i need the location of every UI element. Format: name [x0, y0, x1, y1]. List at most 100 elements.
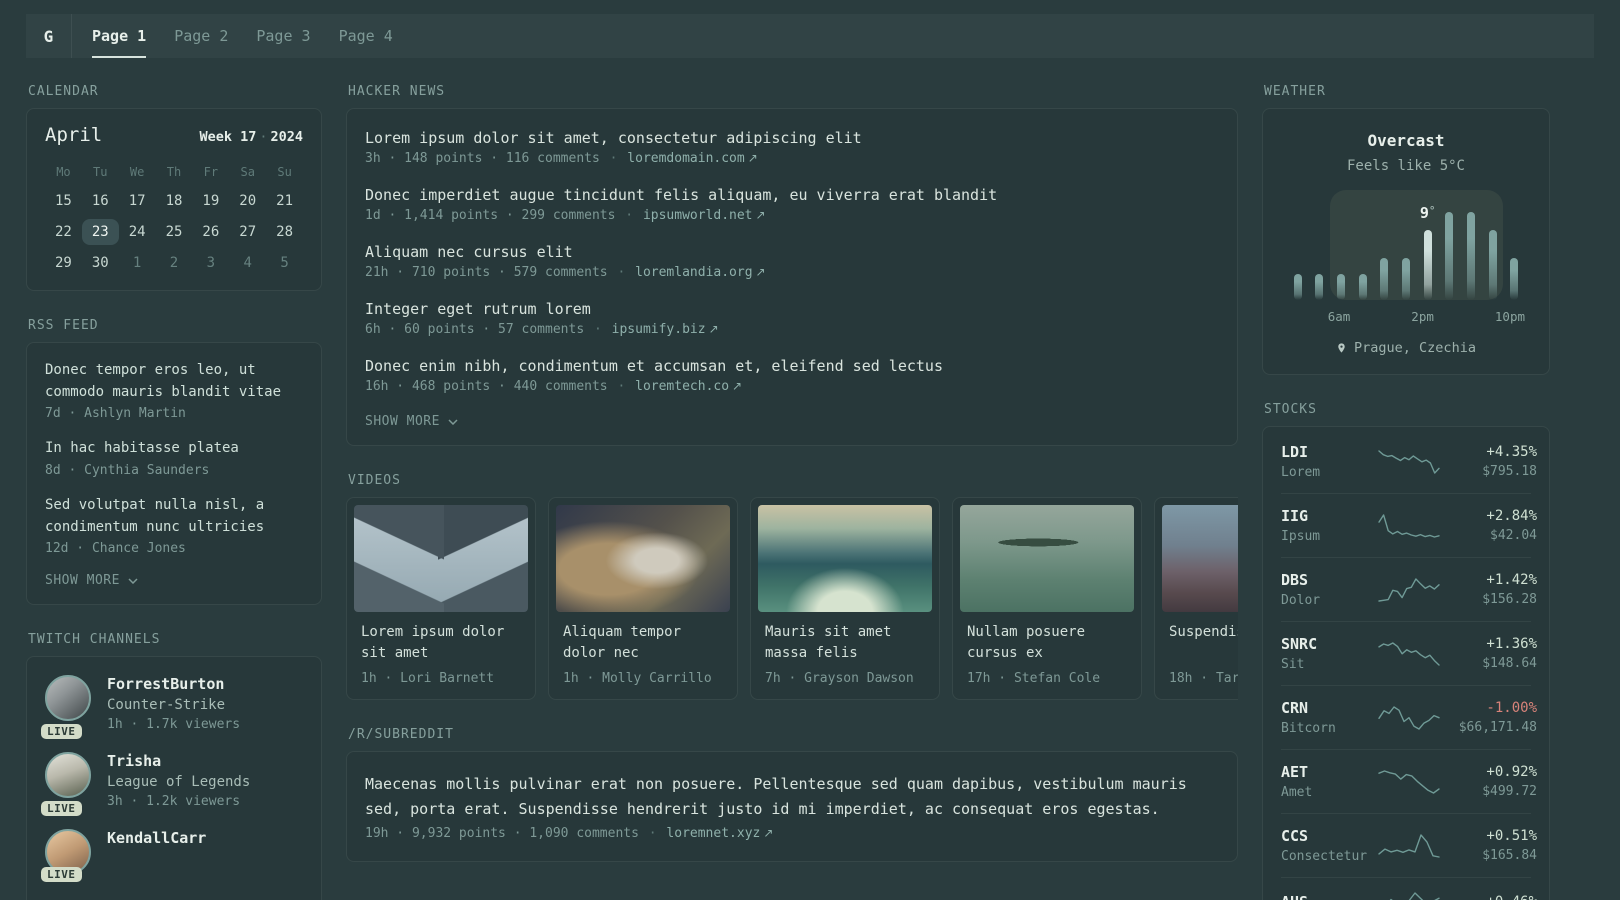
hn-story[interactable]: Lorem ipsum dolor sit amet, consectetur …: [365, 129, 1219, 166]
stock-row[interactable]: SNRC Sit +1.36% $148.64: [1281, 621, 1537, 685]
calendar-date: 16: [91, 193, 109, 209]
hn-story[interactable]: Aliquam nec cursus elit 21h · 710 points…: [365, 243, 1219, 280]
rss-item[interactable]: Donec tempor eros leo, ut commodo mauris…: [45, 360, 303, 421]
video-title[interactable]: Suspendisse diam: [1169, 622, 1238, 664]
calendar-date: 27: [239, 224, 257, 240]
top-navigation-bar: G Page 1 Page 2 Page 3 Page 4: [26, 14, 1594, 58]
dashboard-columns: CALENDAR April Week 17 · 2024 Mo Tu We Th Fr Sa…: [26, 84, 1594, 900]
twitch-avatar-wrap: LIVE: [41, 675, 91, 740]
stock-price: $148.64: [1482, 656, 1537, 671]
hn-story-meta: 1d · 1,414 points · 299 comments · ipsum…: [365, 208, 766, 223]
stocks-widget: LDI Lorem +4.35% $795.18 IIG Ipsum +2.84…: [1262, 426, 1550, 900]
twitch-channel-meta: 1h · 1.7k viewers: [107, 717, 241, 733]
twitch-channel-info: Trisha League of Legends 3h · 1.2k viewe…: [107, 752, 250, 809]
rss-item-meta: 12d · Chance Jones: [45, 541, 186, 557]
hn-story-domain[interactable]: loremtech.co: [635, 379, 729, 394]
rss-item-title[interactable]: Donec tempor eros leo, ut commodo mauris…: [45, 360, 303, 403]
external-link-icon: ↗: [755, 208, 766, 222]
stock-row[interactable]: AHS +0.46%: [1281, 877, 1537, 900]
video-thumbnail[interactable]: [960, 505, 1134, 612]
live-badge: LIVE: [41, 801, 82, 817]
twitch-channel[interactable]: LIVE ForrestBurton Counter-Strike 1h · 1…: [41, 675, 303, 740]
video-title[interactable]: Nullam posuere cursus ex: [967, 622, 1127, 664]
stock-sparkline: [1378, 769, 1440, 794]
calendar-section-label: CALENDAR: [28, 84, 99, 99]
hn-story-title[interactable]: Lorem ipsum dolor sit amet, consectetur …: [365, 129, 1219, 147]
weather-hour-label: 2pm: [1411, 309, 1434, 324]
tab-page-4[interactable]: Page 4: [325, 14, 407, 58]
video-title[interactable]: Lorem ipsum dolor sit amet consectetu…: [361, 622, 521, 664]
stock-row[interactable]: CRN Bitcorn -1.00% $66,171.48: [1281, 685, 1537, 749]
hn-story-title[interactable]: Donec enim nibh, condimentum et accumsan…: [365, 357, 1219, 375]
stock-row[interactable]: DBS Dolor +1.42% $156.28: [1281, 557, 1537, 621]
videos-section-label: VIDEOS: [348, 473, 401, 488]
calendar-day-header: Fr: [203, 165, 219, 179]
video-thumbnail[interactable]: [758, 505, 932, 612]
twitch-channel[interactable]: LIVE KendallCarr: [41, 829, 303, 883]
weather-bar: [1330, 204, 1352, 300]
rss-item-meta: 8d · Cynthia Saunders: [45, 463, 210, 479]
stock-name: Ipsum: [1281, 529, 1321, 544]
hn-story-domain[interactable]: loremdomain.com: [627, 151, 744, 166]
subreddit-post-meta: 19h · 9,932 points · 1,090 comments · lo…: [365, 825, 774, 841]
stock-price: $795.18: [1482, 464, 1537, 479]
subreddit-post-title[interactable]: Maecenas mollis pulvinar erat non posuer…: [365, 772, 1219, 822]
video-card[interactable]: Nullam posuere cursus ex 17h · Stefan Co…: [952, 497, 1142, 700]
app-logo[interactable]: G: [26, 14, 72, 58]
stock-ticker: DBS: [1281, 571, 1309, 589]
video-title[interactable]: Aliquam tempor dolor nec pharetra…: [563, 622, 723, 664]
stock-sparkline: [1378, 577, 1440, 602]
stock-row[interactable]: AET Amet +0.92% $499.72: [1281, 749, 1537, 813]
calendar-date: 15: [54, 193, 72, 209]
subreddit-post-domain[interactable]: loremnet.xyz: [666, 826, 760, 841]
hackernews-section: HACKER NEWS Lorem ipsum dolor sit amet, …: [346, 84, 1238, 446]
video-card[interactable]: Aliquam tempor dolor nec pharetra… 1h · …: [548, 497, 738, 700]
video-card[interactable]: Lorem ipsum dolor sit amet consectetu… 1…: [346, 497, 536, 700]
weather-hours: 6am 2pm 10pm: [1287, 309, 1525, 324]
weather-bar: 9°: [1417, 204, 1439, 300]
hn-story-title[interactable]: Aliquam nec cursus elit: [365, 243, 1219, 261]
stock-row[interactable]: LDI Lorem +4.35% $795.18: [1281, 430, 1537, 493]
weather-bar: [1374, 204, 1396, 300]
twitch-channel-name[interactable]: KendallCarr: [107, 829, 206, 847]
location-pin-icon: [1336, 341, 1347, 355]
rss-item-title[interactable]: In hac habitasse platea: [45, 438, 303, 460]
tab-page-1[interactable]: Page 1: [78, 14, 160, 58]
weather-bar: [1287, 204, 1309, 300]
video-meta: 1h · Lori Barnett: [361, 671, 495, 686]
stock-change-percent: -1.00%: [1486, 700, 1537, 716]
stock-values: +0.92% $499.72: [1441, 764, 1537, 799]
video-thumbnail[interactable]: [1162, 505, 1238, 612]
stock-change-percent: +0.51%: [1486, 828, 1537, 844]
hn-show-more-button[interactable]: SHOW MORE: [365, 414, 1219, 429]
stock-change-percent: +1.42%: [1486, 572, 1537, 588]
hn-story-title[interactable]: Donec imperdiet augue tincidunt felis al…: [365, 186, 1219, 204]
stock-row[interactable]: IIG Ipsum +2.84% $42.04: [1281, 493, 1537, 557]
stock-sparkline: [1378, 705, 1440, 730]
rss-item-title[interactable]: Sed volutpat nulla nisl, a condimentum n…: [45, 495, 303, 538]
stock-row[interactable]: CCS Consectetur +0.51% $165.84: [1281, 813, 1537, 877]
video-thumbnail[interactable]: [354, 505, 528, 612]
stock-name: Lorem: [1281, 465, 1321, 480]
rss-item[interactable]: Sed volutpat nulla nisl, a condimentum n…: [45, 495, 303, 556]
tab-page-3[interactable]: Page 3: [242, 14, 324, 58]
video-card[interactable]: Suspendisse diam 18h · Tara: [1154, 497, 1238, 700]
video-title[interactable]: Mauris sit amet massa felis: [765, 622, 925, 664]
rss-show-more-button[interactable]: SHOW MORE: [45, 573, 303, 588]
hn-story-domain[interactable]: ipsumify.biz: [612, 322, 706, 337]
hn-story-title[interactable]: Integer eget rutrum lorem: [365, 300, 1219, 318]
subreddit-post[interactable]: Maecenas mollis pulvinar erat non posuer…: [365, 772, 1219, 841]
hn-story-domain[interactable]: ipsumworld.net: [643, 208, 753, 223]
hn-story[interactable]: Donec enim nibh, condimentum et accumsan…: [365, 357, 1219, 394]
hn-story[interactable]: Donec imperdiet augue tincidunt felis al…: [365, 186, 1219, 223]
hn-story-domain[interactable]: loremlandia.org: [635, 265, 752, 280]
twitch-channel-name[interactable]: ForrestBurton: [107, 675, 240, 693]
twitch-channel-name[interactable]: Trisha: [107, 752, 250, 770]
video-thumbnail[interactable]: [556, 505, 730, 612]
tab-page-2[interactable]: Page 2: [160, 14, 242, 58]
video-meta: 18h · Tara: [1169, 671, 1238, 686]
hn-story[interactable]: Integer eget rutrum lorem 6h · 60 points…: [365, 300, 1219, 337]
twitch-channel[interactable]: LIVE Trisha League of Legends 3h · 1.2k …: [41, 752, 303, 817]
video-card[interactable]: Mauris sit amet massa felis 7h · Grayson…: [750, 497, 940, 700]
rss-item[interactable]: In hac habitasse platea 8d · Cynthia Sau…: [45, 438, 303, 478]
